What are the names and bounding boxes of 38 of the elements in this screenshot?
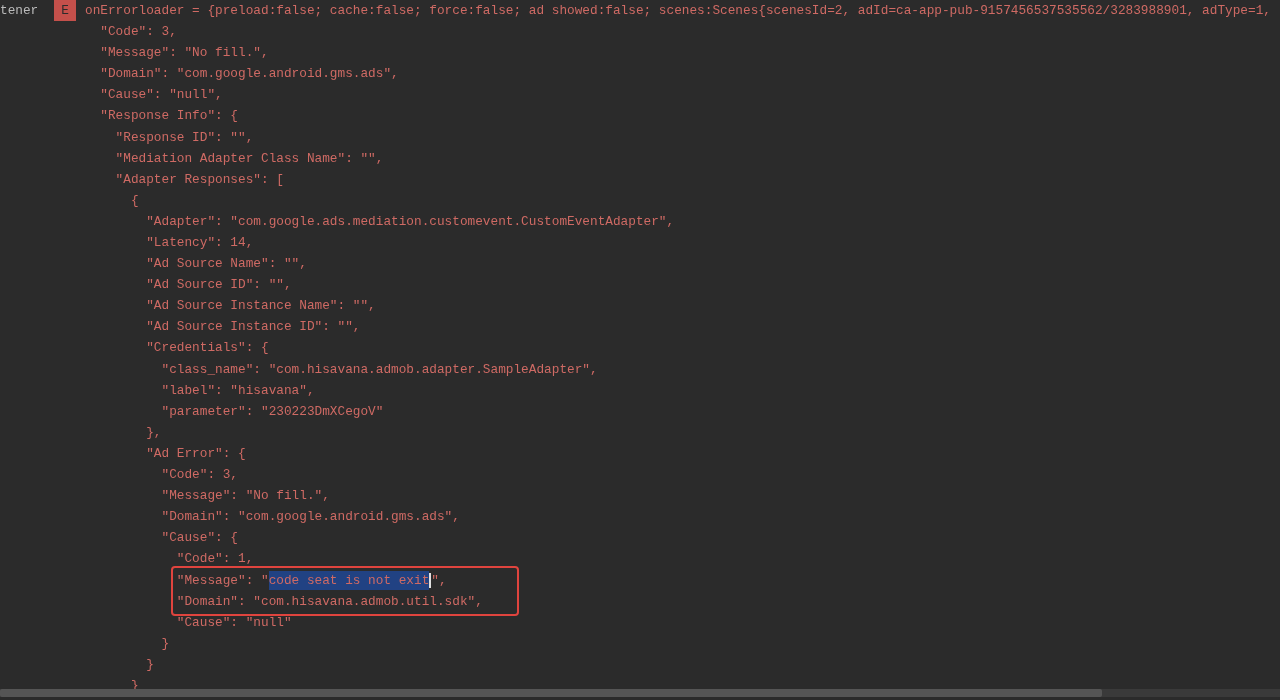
code-text: "Code": 3, — [160, 466, 239, 485]
code-text: ", — [431, 571, 447, 590]
code-text: "Mediation Adapter Class Name": "", — [114, 149, 384, 168]
code-text: "Cause": "null" — [175, 613, 292, 632]
code-text: "Message": " — [176, 571, 269, 590]
log-message: onErrorloader = {preload:false; cache:false; force:false; ad showed:false; scenes:Scenes{scenesId=2, adId=ca-app-pub-9157456537535562/3283988901, adType=1, — [85, 2, 1271, 20]
code-text: "Code": 3, — [99, 23, 177, 42]
code-text: }, — [145, 423, 162, 442]
code-text: "Response ID": "", — [114, 128, 254, 147]
code-text: "Domain": "com.google.android.gms.ads", — [160, 508, 460, 527]
selected-text: code seat is not exit — [268, 570, 430, 590]
code-text: "Adapter": "com.google.ads.mediation.customevent.CustomEventAdapter", — [145, 212, 675, 231]
code-text: } — [145, 655, 154, 674]
code-text: "Cause": "null", — [99, 86, 223, 105]
code-text: "Latency": 14, — [145, 234, 254, 252]
code-text: "Ad Source Instance ID": "", — [145, 318, 361, 337]
code-text: { — [129, 191, 139, 210]
code-text: "Ad Source ID": "", — [145, 276, 292, 295]
code-text: "Ad Source Name": "", — [145, 255, 307, 274]
horizontal-scrollbar[interactable] — [0, 689, 1280, 697]
code-text: "Credentials": { — [145, 339, 269, 358]
code-text: "Ad Source Instance Name": "", — [145, 297, 376, 316]
code-text: "Code": 1, — [175, 550, 254, 569]
code-text: "Message": "No fill.", — [99, 44, 269, 63]
code-text: "Domain": "com.hisavana.admob.util.sdk", — [176, 592, 483, 611]
text-cursor — [429, 572, 432, 588]
code-text: "label": "hisavana", — [160, 381, 315, 400]
code-text: } — [160, 634, 170, 653]
log-level-badge: E — [54, 0, 76, 22]
code-text: "class_name": "com.hisavana.admob.adapter.SampleAdapter", — [160, 360, 598, 379]
code-text: "Cause": { — [160, 529, 239, 548]
code-text: "Adapter Responses": [ — [114, 170, 284, 189]
code-text: "Ad Error": { — [145, 444, 246, 463]
log-tag: tener — [0, 1, 54, 21]
code-text: "Message": "No fill.", — [160, 487, 330, 506]
code-text: "Domain": "com.google.android.gms.ads", — [99, 65, 399, 84]
code-text: "Response Info": { — [99, 107, 239, 126]
code-text: "parameter": "230223DmXCegoV" — [160, 402, 384, 421]
